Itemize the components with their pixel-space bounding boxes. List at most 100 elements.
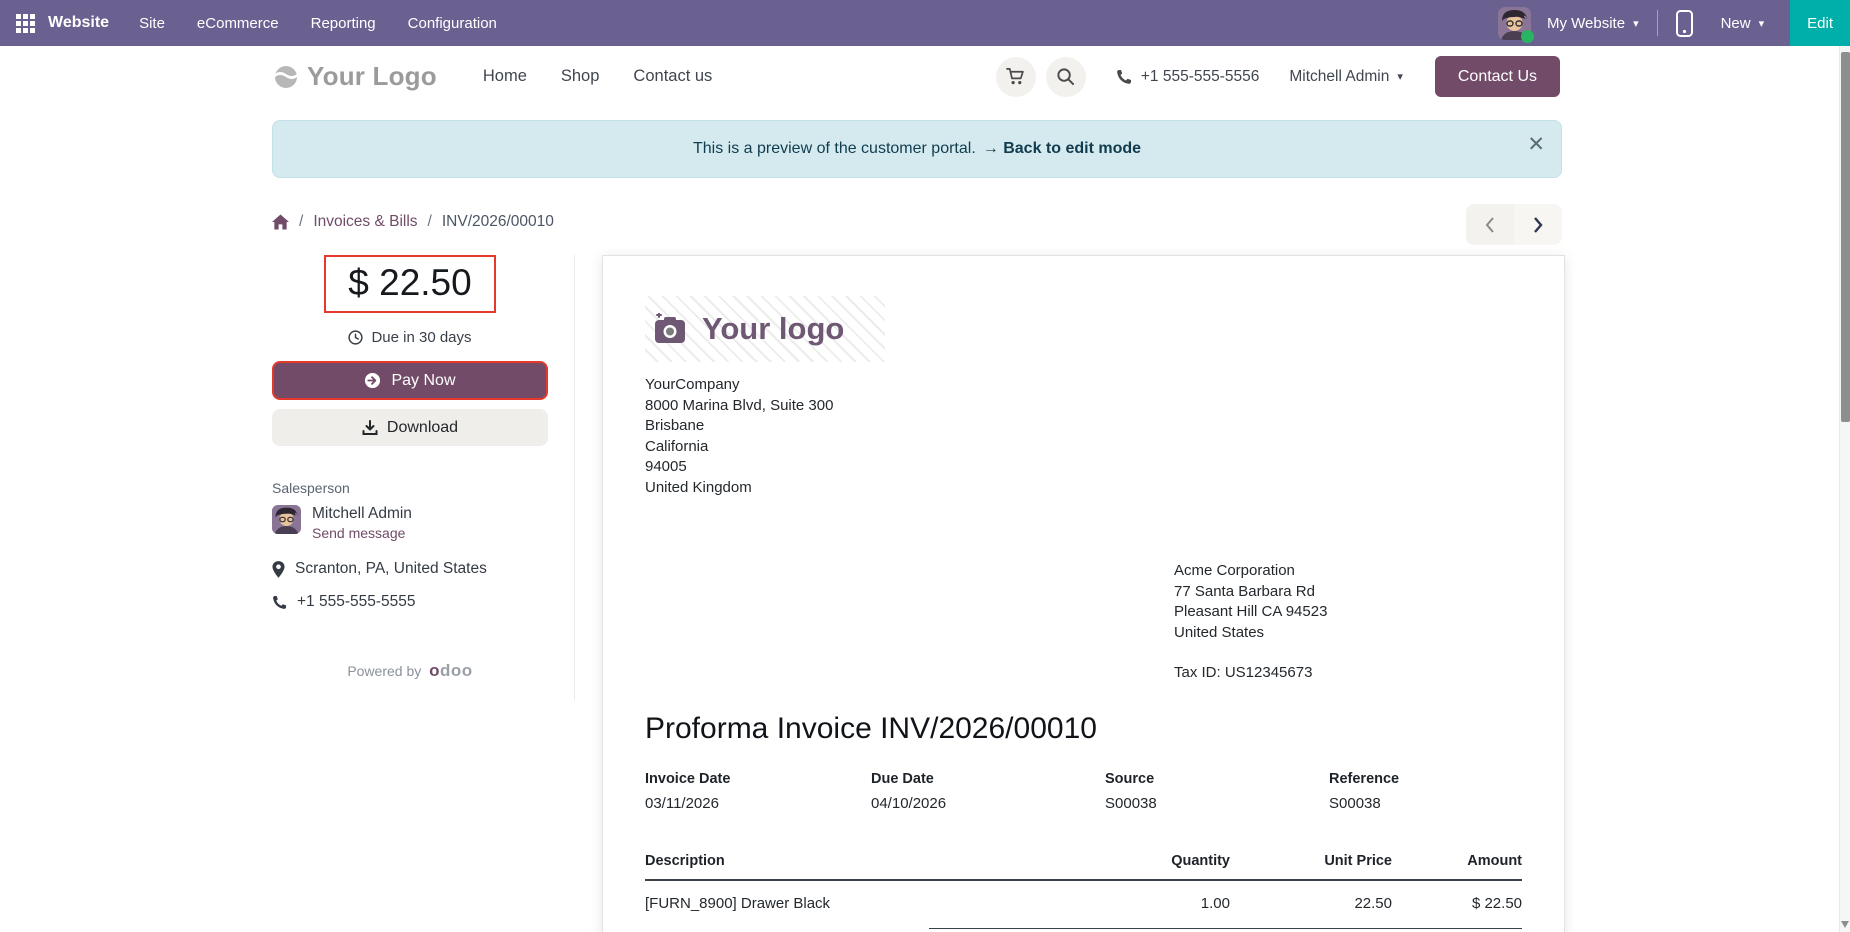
home-icon[interactable] [272, 214, 289, 230]
salesperson-label: Salesperson [272, 480, 350, 496]
website-switcher-dropdown[interactable]: My Website ▾ [1547, 15, 1639, 32]
due-date-line: Due in 30 days [272, 329, 548, 346]
customer-city: Pleasant Hill CA 94523 [1174, 603, 1328, 621]
mobile-preview-button[interactable] [1675, 9, 1693, 37]
online-status-dot [1520, 29, 1534, 43]
pay-now-button[interactable]: Pay Now [272, 361, 548, 400]
info-reference: Reference S00038 [1329, 771, 1400, 813]
pager-next-button[interactable] [1514, 204, 1562, 245]
info-due-date: Due Date 04/10/2026 [871, 771, 947, 813]
cart-button[interactable] [995, 56, 1036, 97]
invoice-sidebar: $ 22.50 Due in 30 days Pay Now Download … [272, 255, 575, 700]
chevron-down-icon: ▾ [1758, 17, 1765, 30]
company-address-block: YourCompany 8000 Marina Blvd, Suite 300 … [645, 375, 1522, 498]
company-street: 8000 Marina Blvd, Suite 300 [645, 396, 834, 414]
menu-reporting[interactable]: Reporting [311, 15, 376, 32]
pager-previous-button[interactable] [1466, 204, 1514, 245]
menu-configuration[interactable]: Configuration [408, 15, 497, 32]
chevron-down-icon: ▾ [1633, 17, 1639, 30]
company-zip: 94005 [645, 458, 687, 476]
menu-ecommerce[interactable]: eCommerce [197, 15, 279, 32]
logo-globe-icon [275, 65, 297, 88]
nav-link-home[interactable]: Home [483, 67, 527, 86]
customer-name: Acme Corporation [1174, 562, 1295, 580]
clock-icon [348, 330, 364, 345]
company-country: United Kingdom [645, 478, 752, 496]
portal-main: $ 22.50 Due in 30 days Pay Now Download … [272, 255, 1565, 932]
chevron-right-icon [1534, 216, 1543, 233]
phone-icon [273, 595, 287, 609]
portal-preview-alert: This is a preview of the customer portal… [272, 120, 1562, 178]
salesperson-row: Mitchell Admin Send message [272, 505, 548, 541]
mobile-icon [1675, 9, 1693, 37]
search-button[interactable] [1045, 56, 1086, 97]
scrollbar-down-arrow[interactable] [1841, 921, 1849, 928]
chevron-down-icon: ▾ [1397, 71, 1403, 83]
user-account-dropdown[interactable]: Mitchell Admin ▾ [1289, 68, 1402, 86]
invoice-document-card: Your logo YourCompany 8000 Marina Blvd, … [602, 255, 1565, 932]
download-button[interactable]: Download [272, 409, 548, 446]
menu-site[interactable]: Site [139, 15, 165, 32]
new-dropdown[interactable]: New ▾ [1721, 15, 1765, 32]
app-menu-website[interactable]: Website [48, 14, 109, 32]
salesperson-identity: Mitchell Admin Send message [312, 505, 412, 541]
customer-country: United States [1174, 623, 1265, 641]
search-icon [1057, 68, 1075, 86]
breadcrumb-separator: / [427, 213, 432, 230]
invoice-info-row: Invoice Date 03/11/2026 Due Date 04/10/2… [645, 771, 1522, 812]
site-logo[interactable]: Your Logo [274, 61, 437, 92]
camera-icon [655, 313, 685, 343]
salesperson-location: Scranton, PA, United States [272, 560, 548, 578]
powered-by: Powered by odoo [347, 661, 473, 681]
company-name: YourCompany [645, 376, 740, 393]
map-pin-icon [272, 560, 285, 578]
navbar-right-cluster: +1 555-555-5556 Mitchell Admin ▾ Contact… [986, 56, 1560, 97]
invoice-logo-placeholder: Your logo [645, 296, 885, 362]
table-footer: Payment terms: 30 Days Total $ 22.50 [645, 928, 1522, 932]
record-pager [1466, 204, 1562, 245]
amount-due-box: $ 22.50 [324, 255, 496, 313]
salesperson-name: Mitchell Admin [312, 505, 412, 522]
phone-icon [1117, 69, 1131, 84]
company-city: Brisbane [645, 417, 705, 435]
download-icon [362, 419, 378, 435]
preview-message: This is a preview of the customer portal… [692, 140, 976, 157]
breadcrumb-invoices-bills[interactable]: Invoices & Bills [313, 213, 417, 231]
portal-page: Website Site eCommerce Reporting Configu… [0, 0, 1850, 932]
back-to-edit-link[interactable]: → Back to edit mode [983, 140, 1141, 158]
customer-street: 77 Santa Barbara Rd [1174, 582, 1315, 600]
topbar-right-cluster: My Website ▾ New ▾ Edit [1497, 0, 1850, 46]
system-top-bar: Website Site eCommerce Reporting Configu… [0, 0, 1850, 46]
arrow-right-circle-icon [365, 372, 381, 389]
total-row: Total $ 22.50 [929, 928, 1522, 932]
odoo-logo[interactable]: odoo [429, 661, 473, 681]
table-row: [FURN_8900] Drawer Black 1.00 22.50 $ 22… [645, 895, 1522, 913]
header-phone-link[interactable]: +1 555-555-5556 [1116, 68, 1259, 86]
customer-tax-id: Tax ID: US12345673 [1174, 664, 1313, 682]
salesperson-phone[interactable]: +1 555-555-5555 [272, 593, 548, 611]
site-logo-text: Your Logo [307, 61, 437, 91]
edit-button[interactable]: Edit [1790, 0, 1850, 46]
invoice-lines-table: Description Quantity Unit Price Amount [… [645, 853, 1522, 932]
invoice-logo-text: Your logo [702, 311, 845, 346]
invoice-title: Proforma Invoice INV/2026/00010 [645, 712, 1097, 746]
apps-grid-icon[interactable] [16, 13, 35, 33]
nav-links: Home Shop Contact us [483, 67, 712, 86]
nav-link-shop[interactable]: Shop [561, 67, 600, 86]
info-invoice-date: Invoice Date 03/11/2026 [645, 771, 731, 813]
company-state: California [645, 437, 709, 455]
topbar-divider [1656, 10, 1658, 36]
website-navbar: Your Logo Home Shop Contact us +1 555-55… [0, 46, 1850, 107]
contact-us-button[interactable]: Contact Us [1434, 56, 1560, 97]
avatar[interactable] [1497, 6, 1534, 43]
cart-icon [1006, 68, 1025, 85]
page-scrollbar[interactable] [1839, 46, 1850, 932]
scrollbar-thumb[interactable] [1841, 52, 1850, 422]
nav-link-contact-us[interactable]: Contact us [633, 67, 712, 86]
breadcrumb-separator: / [299, 213, 304, 230]
info-source: Source S00038 [1105, 771, 1157, 813]
breadcrumb-current: INV/2026/00010 [441, 213, 554, 230]
salesperson-avatar [272, 505, 301, 534]
send-message-link[interactable]: Send message [312, 525, 412, 541]
close-icon[interactable]: ✕ [1527, 134, 1545, 155]
